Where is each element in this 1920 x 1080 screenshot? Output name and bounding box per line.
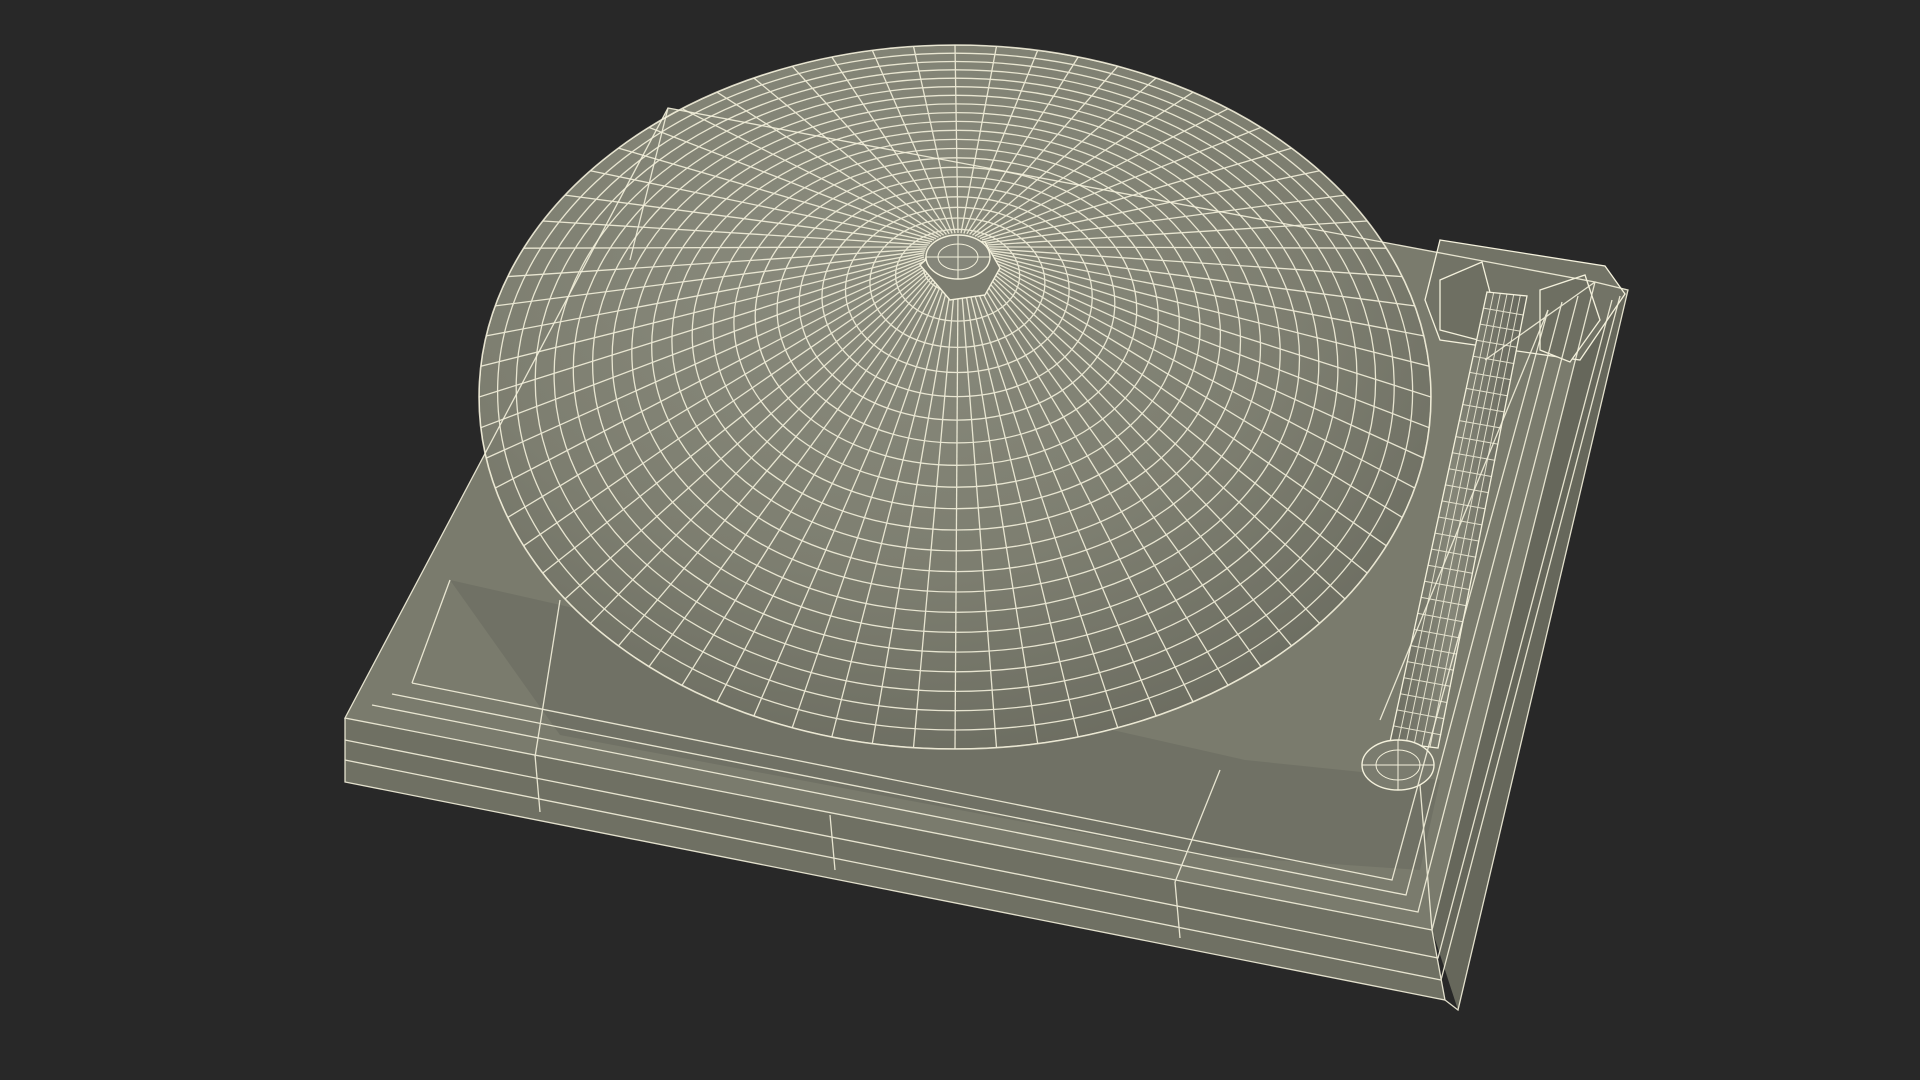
wireframe-render-viewport: [0, 0, 1920, 1080]
platter: [478, 44, 1432, 750]
